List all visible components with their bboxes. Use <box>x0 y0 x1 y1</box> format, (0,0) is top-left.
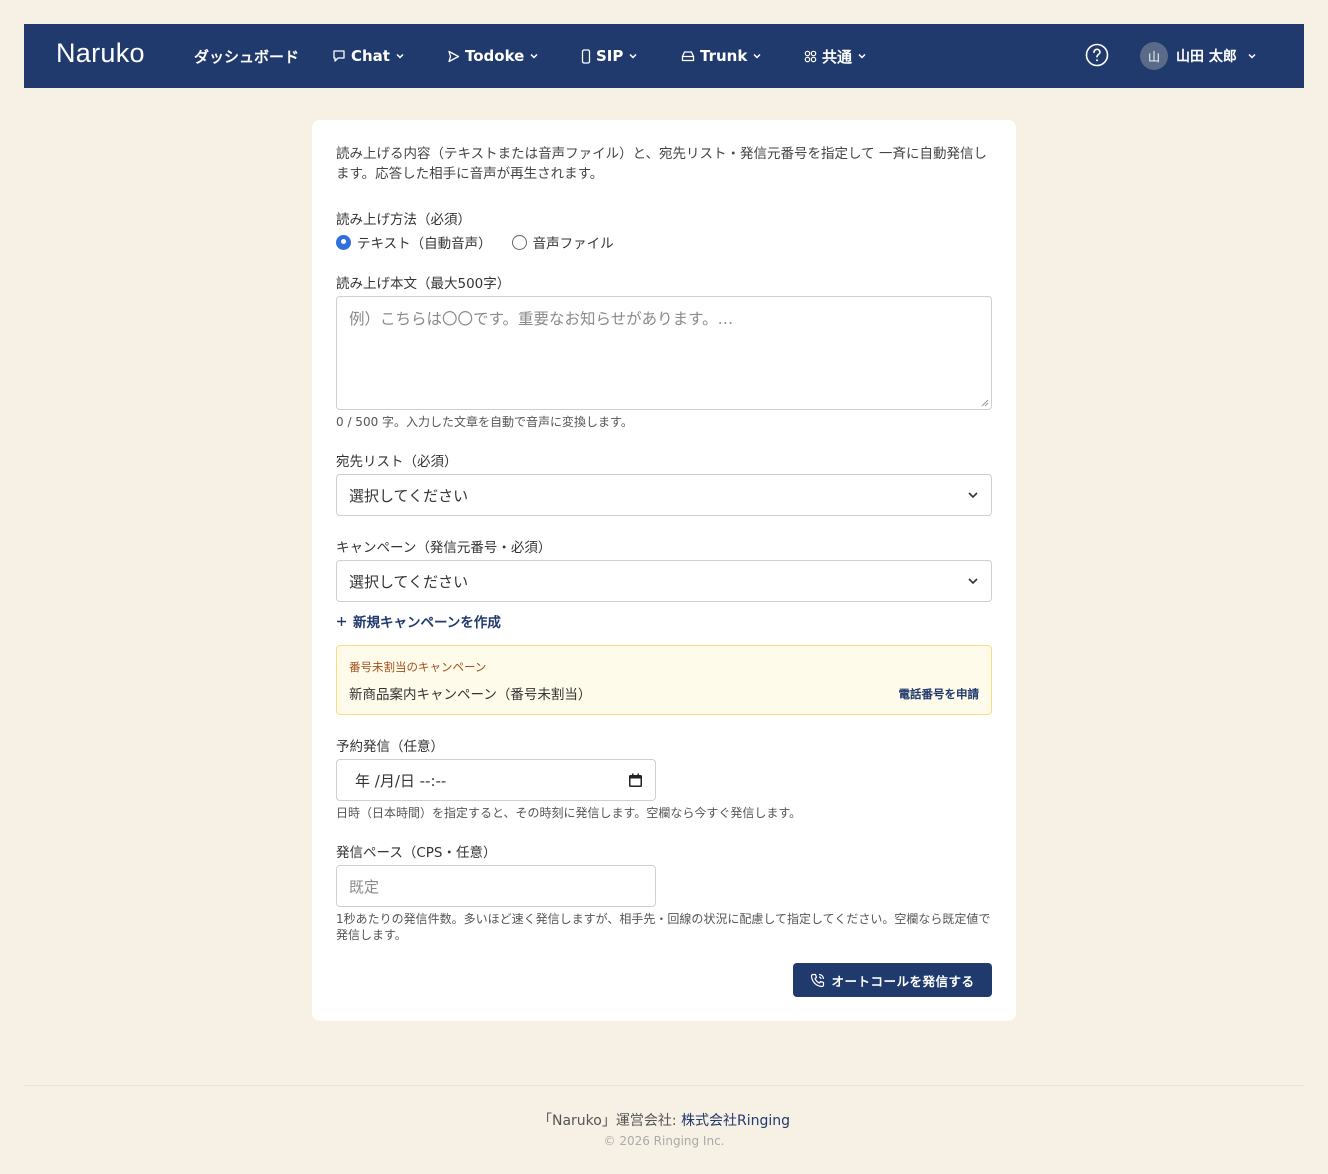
chevron-down-icon <box>1248 53 1256 59</box>
brand-logo[interactable]: Naruko <box>56 38 145 69</box>
body-hint: 0 / 500 字。入力した文章を自動で音声に変換します。 <box>336 415 633 429</box>
request-number-link[interactable]: 電話番号を申請 <box>899 686 980 702</box>
nav-trunk-label: Trunk <box>700 47 748 65</box>
schedule-value: 年 /月/日 --:-- <box>355 771 447 790</box>
nav-chat[interactable]: Chat <box>332 24 405 88</box>
chevron-down-icon <box>396 53 404 59</box>
chevron-down-icon <box>629 53 637 59</box>
chevron-down-icon <box>968 492 978 499</box>
nav-sip[interactable]: SIP <box>581 24 638 88</box>
campaign-select[interactable]: 選択してください <box>336 560 992 602</box>
user-name: 山田 太郎 <box>1176 49 1237 65</box>
radio-text-label[interactable]: テキスト（自動音声） <box>357 232 492 252</box>
chevron-down-icon <box>530 53 538 59</box>
nav-trunk[interactable]: Trunk <box>681 24 762 88</box>
company-link[interactable]: 株式会社Ringing <box>681 1113 790 1129</box>
send-autocall-button[interactable]: オートコールを発信する <box>793 963 992 997</box>
nav-dashboard-label: ダッシュボード <box>194 47 300 66</box>
autocall-form-card: 読み上げる内容（テキストまたは音声ファイル）と、宛先リスト・発信元番号を指定して… <box>312 120 1016 1021</box>
nav-todoke[interactable]: Todoke <box>447 24 539 88</box>
method-label: 読み上げ方法（必須） <box>336 212 471 228</box>
alert-text: 新商品案内キャンペーン（番号未割当） <box>349 687 592 703</box>
radio-text[interactable] <box>336 234 351 250</box>
pace-label: 発信ペース（CPS・任意） <box>336 845 497 861</box>
calendar-icon[interactable] <box>628 773 643 788</box>
radio-audio-file-label[interactable]: 音声ファイル <box>533 232 614 252</box>
chat-icon <box>333 50 345 62</box>
pace-placeholder: 既定 <box>349 877 380 896</box>
schedule-datetime-input[interactable]: 年 /月/日 --:-- <box>336 759 656 801</box>
nav-common-label: 共通 <box>822 47 853 66</box>
nav-common[interactable]: 共通 <box>804 24 867 88</box>
nav-chat-label: Chat <box>351 47 390 65</box>
avatar: 山 <box>1140 42 1168 70</box>
form-description: 読み上げる内容（テキストまたは音声ファイル）と、宛先リスト・発信元番号を指定して… <box>336 146 987 182</box>
schedule-hint: 日時（日本時間）を指定すると、その時刻に発信します。空欄なら今すぐ発信します。 <box>336 806 802 820</box>
phone-call-icon <box>811 973 825 987</box>
list-label: 宛先リスト（必須） <box>336 454 458 470</box>
nav-dashboard[interactable]: ダッシュボード <box>194 24 299 88</box>
user-menu[interactable]: 山 山田 太郎 <box>1140 42 1257 70</box>
nav-todoke-label: Todoke <box>465 47 525 65</box>
body-label: 読み上げ本文（最大500字） <box>336 276 511 292</box>
schedule-label: 予約発信（任意） <box>336 739 444 755</box>
footer-operator: 「Naruko」運営会社: 株式会社Ringing <box>0 1110 1328 1130</box>
send-icon <box>448 50 460 62</box>
create-campaign-label: 新規キャンペーンを作成 <box>353 615 501 631</box>
chevron-down-icon <box>753 53 761 59</box>
radio-audio-file[interactable] <box>511 234 527 250</box>
create-campaign-link[interactable]: 新規キャンペーンを作成 <box>336 611 501 631</box>
chevron-down-icon <box>858 53 866 59</box>
plus-icon <box>337 616 346 626</box>
list-select-value: 選択してください <box>349 486 469 505</box>
campaign-label: キャンペーン（発信元番号・必須） <box>336 540 552 556</box>
pace-hint: 1秒あたりの発信件数。多いほど速く発信しますが、相手先・回線の状況に配慮して指定… <box>336 912 991 942</box>
top-navbar: Naruko ダッシュボード Chat Todoke SIP Trunk 共通 … <box>24 24 1304 88</box>
pace-input[interactable]: 既定 <box>336 865 656 907</box>
footer-prefix: 「Naruko」運営会社: <box>537 1113 681 1129</box>
method-radio-group: テキスト（自動音声） 音声ファイル <box>336 232 614 252</box>
copyright: © 2026 Ringing Inc. <box>603 1134 725 1148</box>
help-icon <box>1085 43 1109 67</box>
body-textarea[interactable]: 例）こちらは〇〇です。重要なお知らせがあります。… <box>336 296 992 410</box>
resize-handle-icon[interactable] <box>981 399 989 407</box>
send-autocall-label: オートコールを発信する <box>831 973 975 989</box>
footer-divider <box>24 1085 1304 1086</box>
phone-device-icon <box>581 48 591 64</box>
alert-title: 番号未割当のキャンペーン <box>349 660 487 674</box>
unassigned-campaign-alert: 番号未割当のキャンペーン 新商品案内キャンペーン（番号未割当） 電話番号を申請 <box>336 645 992 715</box>
nav-sip-label: SIP <box>596 47 624 65</box>
list-select[interactable]: 選択してください <box>336 474 992 516</box>
help-button[interactable] <box>1085 43 1109 71</box>
campaign-select-value: 選択してください <box>349 572 469 591</box>
server-icon <box>681 50 695 61</box>
body-placeholder: 例）こちらは〇〇です。重要なお知らせがあります。… <box>349 310 734 328</box>
grid-icon <box>804 50 817 62</box>
chevron-down-icon <box>968 578 978 585</box>
